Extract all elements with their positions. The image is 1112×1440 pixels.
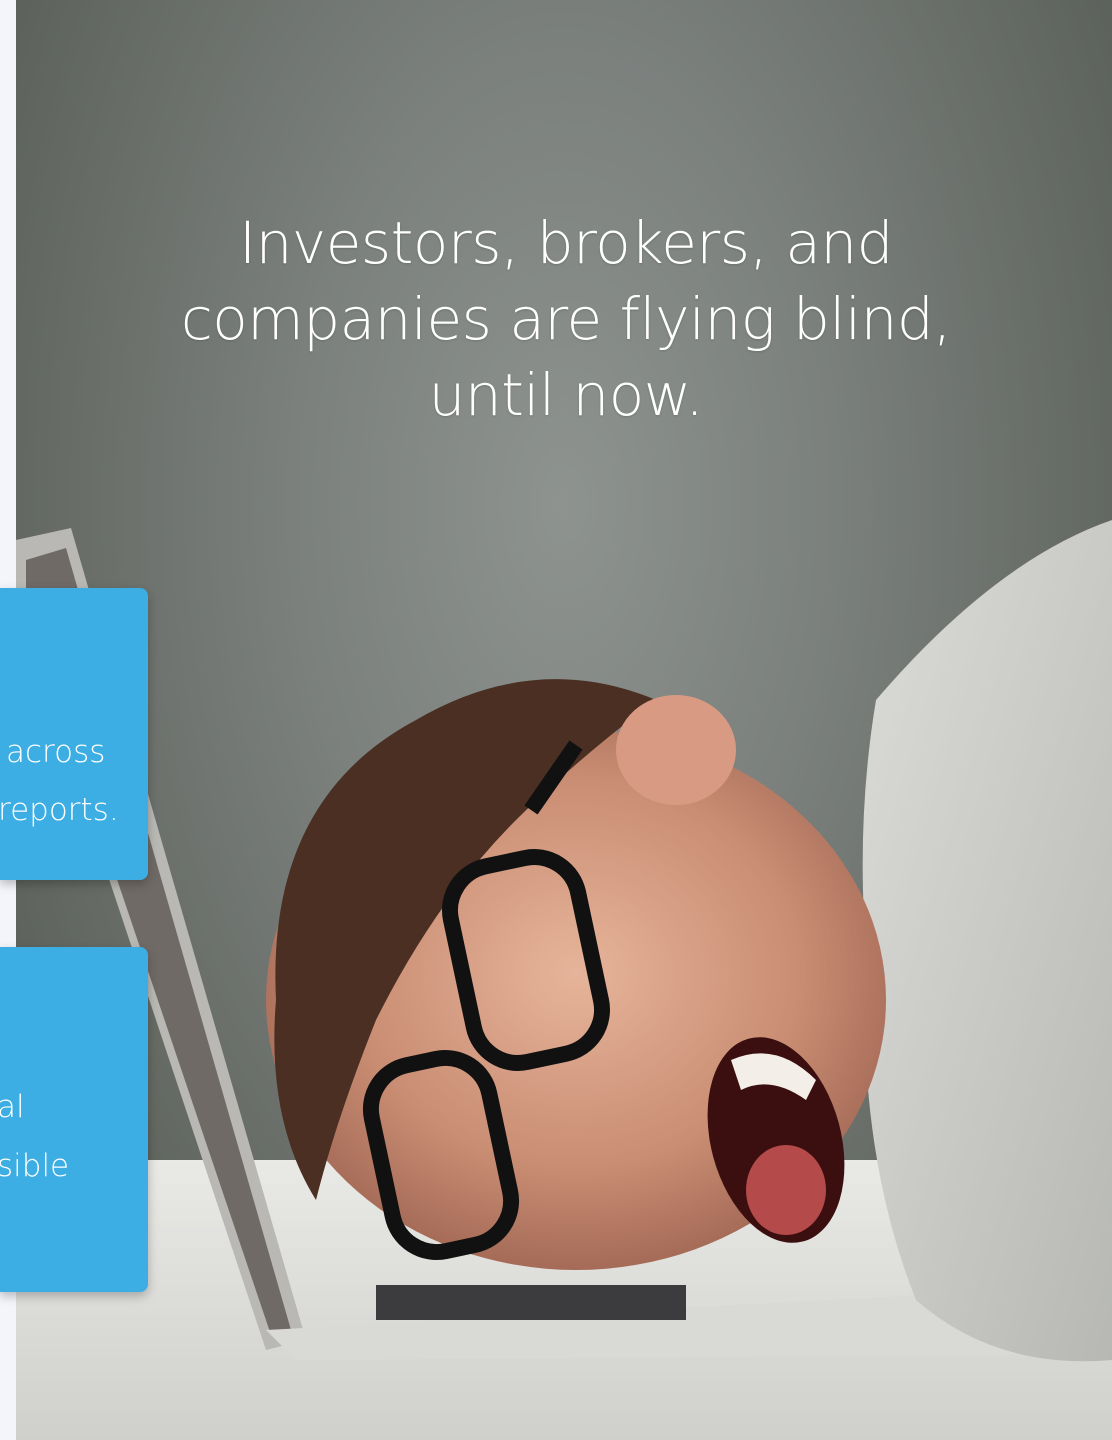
tongue	[746, 1145, 826, 1235]
headline-line: until now.	[428, 361, 704, 429]
laptop-keyboard	[376, 1285, 686, 1320]
hero-headline: Investors, brokers, and companies are fl…	[106, 205, 1026, 433]
feature-card: al sible	[0, 947, 148, 1292]
card-text-line: al	[0, 1089, 25, 1125]
hero-section: Investors, brokers, and companies are fl…	[16, 0, 1112, 1440]
card-text-line: reports.	[0, 792, 119, 828]
headline-line: companies are flying blind,	[180, 285, 952, 353]
hoodie	[862, 520, 1112, 1362]
headline-line: Investors, brokers, and	[239, 209, 893, 277]
page: Investors, brokers, and companies are fl…	[0, 0, 1112, 1440]
card-text-line: sible	[0, 1148, 70, 1184]
ear	[616, 695, 736, 805]
feature-card: across reports.	[0, 588, 148, 880]
card-text-line: across	[6, 734, 106, 770]
